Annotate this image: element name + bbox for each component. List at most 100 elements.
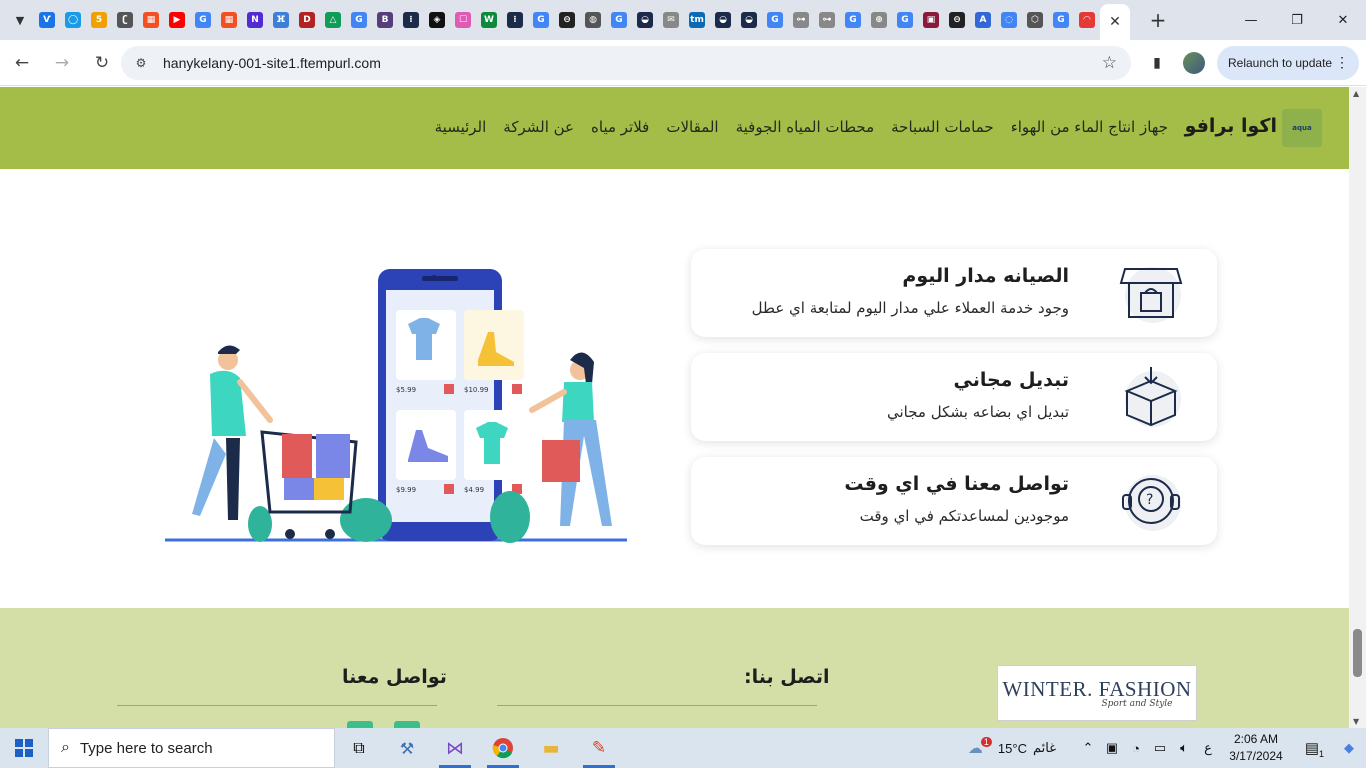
browser-tab[interactable]: 5 [86, 0, 112, 40]
back-button[interactable]: ← [4, 45, 40, 81]
page-scrollbar[interactable]: ▲ ▼ [1349, 87, 1366, 728]
browser-tab[interactable]: ▦ [138, 0, 164, 40]
close-tab-icon[interactable]: ✕ [1109, 14, 1121, 30]
copilot-icon[interactable]: ◆ [1332, 740, 1366, 756]
social-icon[interactable] [394, 721, 420, 728]
reload-button[interactable]: ↻ [84, 45, 120, 81]
browser-tab[interactable]: ◒ [736, 0, 762, 40]
relaunch-button[interactable]: Relaunch to update ⋮ [1217, 46, 1359, 80]
browser-tab[interactable]: ⁝ [502, 0, 528, 40]
browser-tab[interactable]: ◠ [1074, 0, 1100, 40]
price-label: $4.99 [464, 486, 484, 494]
side-panel-icon[interactable]: ▮ [1146, 52, 1168, 74]
active-tab[interactable]: ✕ [1100, 4, 1130, 40]
start-button[interactable] [0, 728, 48, 768]
browser-tab[interactable]: G [528, 0, 554, 40]
browser-tab[interactable]: D [294, 0, 320, 40]
forward-button[interactable]: → [44, 45, 80, 81]
browser-tab[interactable]: ▣ [918, 0, 944, 40]
taskbar-app-chrome[interactable] [479, 728, 527, 768]
menu-item[interactable]: المقالات [666, 118, 718, 136]
url-text[interactable]: hanykelany-001-site1.ftempurl.com [163, 55, 381, 71]
site-info-button[interactable]: ⚙ [127, 49, 155, 77]
browser-tab[interactable]: G [1048, 0, 1074, 40]
browser-tab[interactable]: △ [320, 0, 346, 40]
menu-item[interactable]: محطات المياه الجوفية [736, 118, 875, 136]
weather-widget[interactable]: ☁ 1 15°C غائم [968, 737, 1056, 757]
tab-search-button[interactable]: ▼ [6, 6, 34, 34]
minimize-button[interactable]: — [1228, 0, 1274, 40]
browser-tab[interactable]: ▦ [216, 0, 242, 40]
menu-item[interactable]: فلاتر مياه [591, 118, 649, 136]
browser-tab[interactable]: G [762, 0, 788, 40]
browser-tab[interactable]: ◈ [424, 0, 450, 40]
browser-tab[interactable]: ⊖ [554, 0, 580, 40]
menu-item[interactable]: حمامات السباحة [891, 118, 994, 136]
browser-tab[interactable]: ◍ [580, 0, 606, 40]
browser-tab[interactable]: G [606, 0, 632, 40]
browser-tab[interactable]: ʗ [112, 0, 138, 40]
browser-tab[interactable]: ⊕ [866, 0, 892, 40]
menu-item[interactable]: جهاز انتاج الماء من الهواء [1011, 118, 1168, 136]
volume-icon[interactable]: 🔈︎ [1172, 740, 1196, 756]
arrow-right-icon: → [54, 52, 70, 73]
browser-tab[interactable]: G [346, 0, 372, 40]
meet-icon[interactable]: ▣ [1100, 740, 1124, 756]
footer-logo[interactable]: WINTER. FASHION Sport and Style [997, 665, 1197, 721]
price-label: $9.99 [396, 486, 416, 494]
taskbar-app-paint[interactable]: ✎ [575, 728, 623, 768]
taskbar-app-file-explorer[interactable]: ▬ [527, 728, 575, 768]
browser-tab[interactable]: A [970, 0, 996, 40]
social-icon[interactable] [347, 721, 373, 728]
browser-tab[interactable]: ⴼ [268, 0, 294, 40]
browser-tab[interactable]: ⊖ [944, 0, 970, 40]
battery-icon[interactable]: ▭ [1148, 740, 1172, 756]
site-brand[interactable]: اكوا برافو [1185, 115, 1277, 137]
browser-tab[interactable]: N [242, 0, 268, 40]
close-window-button[interactable]: ✕ [1320, 0, 1366, 40]
restore-button[interactable]: ❐ [1274, 0, 1320, 40]
browser-tab[interactable]: tm [684, 0, 710, 40]
browser-tab[interactable]: G [840, 0, 866, 40]
car-icon: ⊶ [819, 12, 835, 28]
dots-box-icon: ⁝ [403, 12, 419, 28]
task-view-button[interactable]: ⧉ [335, 728, 383, 768]
scroll-thumb[interactable] [1353, 629, 1362, 677]
address-bar[interactable]: ⚙ hanykelany-001-site1.ftempurl.com ☆ [121, 46, 1131, 80]
browser-tab[interactable]: ◯ [60, 0, 86, 40]
site-logo[interactable]: aqua [1282, 109, 1322, 147]
clock[interactable]: 2:06 AM 3/17/2024 [1220, 731, 1292, 765]
browser-tab[interactable]: W [476, 0, 502, 40]
new-tab-button[interactable]: + [1144, 6, 1172, 34]
browser-tab[interactable]: Ѵ [34, 0, 60, 40]
browser-tab[interactable]: ✉ [658, 0, 684, 40]
browser-tab[interactable]: ◒ [632, 0, 658, 40]
taskbar-app-tools[interactable]: ⚒ [383, 728, 431, 768]
notification-button[interactable]: ▤ 1 [1292, 739, 1332, 759]
taskbar-search[interactable]: ⌕ Type here to search [48, 728, 335, 768]
bookmark-star-icon[interactable]: ☆ [1102, 53, 1117, 73]
network-icon[interactable]: ◔ [1124, 741, 1148, 756]
language-indicator[interactable]: ع [1196, 740, 1220, 756]
browser-tab[interactable]: G [190, 0, 216, 40]
chevron-up-icon[interactable]: ⌃ [1076, 740, 1100, 756]
scroll-up-icon[interactable]: ▲ [1353, 89, 1359, 98]
menu-item[interactable]: الرئيسية [435, 118, 487, 136]
browser-tab[interactable]: G [892, 0, 918, 40]
browser-tab[interactable]: ☐ [450, 0, 476, 40]
feature-card: تواصل معنا في اي وقت موجودين لمساعدتكم ف… [691, 457, 1217, 545]
browser-tab[interactable]: ⊶ [788, 0, 814, 40]
browser-tab[interactable]: ◒ [710, 0, 736, 40]
browser-tab[interactable]: ⬡ [1022, 0, 1048, 40]
tool-icon: ⴼ [273, 12, 289, 28]
browser-tab[interactable]: ⊶ [814, 0, 840, 40]
profile-avatar[interactable] [1183, 52, 1205, 74]
browser-tab[interactable]: ⁝ [398, 0, 424, 40]
browser-tab[interactable]: B [372, 0, 398, 40]
scroll-down-icon[interactable]: ▼ [1353, 717, 1359, 726]
browser-tab[interactable]: ◌ [996, 0, 1022, 40]
browser-tab[interactable]: ▶ [164, 0, 190, 40]
menu-item[interactable]: عن الشركة [503, 118, 574, 136]
menu-dots-icon[interactable]: ⋮ [1335, 54, 1349, 71]
taskbar-app-visual-studio[interactable]: ⋈ [431, 728, 479, 768]
